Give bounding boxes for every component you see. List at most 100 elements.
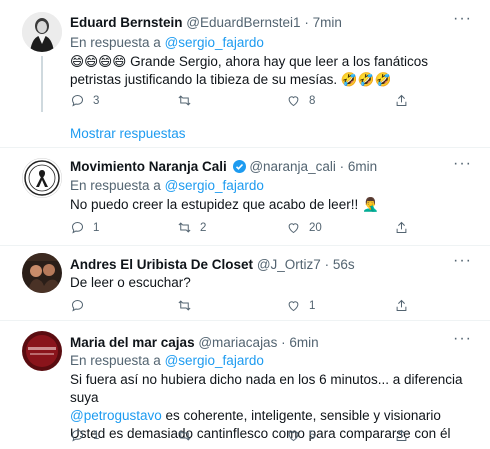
retweet-button[interactable]: [177, 93, 200, 108]
avatar[interactable]: [22, 12, 62, 52]
display-name[interactable]: Andres El Uribista De Closet: [70, 257, 253, 272]
action-bar: 3 8: [70, 93, 415, 109]
user-handle[interactable]: @naranja_cali: [249, 159, 336, 174]
like-button[interactable]: 8: [286, 93, 315, 108]
profile-photo-icon: [22, 253, 62, 293]
user-handle[interactable]: @J_Ortiz7: [257, 257, 321, 272]
action-bar: 1: [70, 298, 415, 314]
reply-prefix: En respuesta a: [70, 178, 161, 193]
profile-photo-icon: [22, 331, 62, 371]
show-replies-link[interactable]: Mostrar respuestas: [70, 126, 186, 141]
tweet-header: Andres El Uribista De Closet @J_Ortiz7 ·…: [70, 257, 355, 272]
reply-mention-link[interactable]: @sergio_fajardo: [165, 35, 264, 50]
tweet-header: Movimiento Naranja Cali @naranja_cali · …: [70, 159, 377, 174]
reply-mention-link[interactable]: @sergio_fajardo: [165, 353, 264, 368]
heart-icon: [288, 301, 299, 312]
reply-count: 1: [93, 221, 100, 234]
retweet-count: 2: [200, 221, 207, 234]
grinning-emoji: 😄😄😄😄: [70, 54, 127, 69]
retweet-button[interactable]: [177, 428, 200, 443]
share-icon: [396, 299, 407, 311]
tweet-text-line: Si fuera así no hubiera dicho nada en lo…: [70, 372, 463, 405]
like-button[interactable]: 5: [286, 428, 315, 443]
avatar[interactable]: [22, 253, 62, 293]
reply-prefix: En respuesta a: [70, 35, 161, 50]
like-count: 5: [309, 429, 316, 442]
share-icon: [396, 429, 407, 441]
tweet-header: Maria del mar cajas @mariacajas · 6min: [70, 335, 319, 350]
ribbon-logo-icon: [22, 158, 62, 198]
tweet-text: No puedo creer la estupidez que acabo de…: [70, 197, 379, 212]
reply-mention-link[interactable]: @sergio_fajardo: [165, 178, 264, 193]
more-options-icon[interactable]: ···: [453, 252, 472, 270]
retweet-icon: [178, 95, 191, 106]
separator-dot: ·: [339, 159, 345, 174]
avatar[interactable]: [22, 158, 62, 198]
like-button[interactable]: 1: [286, 298, 315, 313]
separator-dot: ·: [324, 257, 330, 272]
display-name[interactable]: Movimiento Naranja Cali: [70, 159, 227, 174]
reply-button[interactable]: 1: [70, 220, 99, 235]
tweet-text-fragment: es coherente, inteligente, sensible y vi…: [161, 408, 441, 423]
retweet-button[interactable]: [177, 298, 200, 313]
tweet-text: 😄😄😄😄 Grande Sergio, ahora hay que leer a…: [70, 53, 450, 89]
reply-icon: [71, 221, 84, 234]
tweet-eduard[interactable]: Eduard Bernstein @EduardBernstei1 · 7min…: [0, 0, 490, 148]
reply-button[interactable]: 3: [70, 93, 99, 108]
avatar[interactable]: [22, 331, 62, 371]
display-name[interactable]: Maria del mar cajas: [70, 335, 195, 350]
user-handle[interactable]: @EduardBernstei1: [186, 15, 300, 30]
like-count: 20: [309, 221, 322, 234]
tweet-andres[interactable]: Andres El Uribista De Closet @J_Ortiz7 ·…: [0, 246, 490, 320]
reply-button[interactable]: [70, 298, 93, 313]
tweet-maria[interactable]: Maria del mar cajas @mariacajas · 6min ·…: [0, 321, 490, 449]
heart-icon: [288, 223, 299, 234]
share-button[interactable]: [394, 428, 409, 443]
reply-context: En respuesta a @sergio_fajardo: [70, 178, 264, 193]
share-button[interactable]: [394, 298, 409, 313]
like-button[interactable]: 20: [286, 220, 322, 235]
tweet-text-line: @petrogustavo es coherente, inteligente,…: [70, 407, 470, 425]
mention-link[interactable]: @petrogustavo: [70, 408, 162, 423]
retweet-icon: [178, 222, 191, 233]
timestamp[interactable]: 6min: [289, 335, 318, 350]
heart-icon: [288, 96, 299, 107]
retweet-icon: [178, 300, 191, 311]
user-handle[interactable]: @mariacajas: [198, 335, 277, 350]
display-name[interactable]: Eduard Bernstein: [70, 15, 183, 30]
separator-dot: ·: [281, 335, 286, 350]
reply-count: 1: [93, 429, 100, 442]
tweet-header: Eduard Bernstein @EduardBernstei1 · 7min: [70, 15, 342, 30]
share-icon: [396, 221, 407, 233]
reply-icon: [71, 429, 84, 442]
like-count: 1: [309, 299, 316, 312]
timestamp[interactable]: 7min: [313, 15, 342, 30]
retweet-icon: [178, 430, 191, 441]
more-options-icon[interactable]: ···: [453, 155, 472, 173]
more-options-icon[interactable]: ···: [453, 10, 472, 28]
verified-badge-icon: [232, 160, 246, 173]
reply-count: 3: [93, 94, 100, 107]
reply-context: En respuesta a @sergio_fajardo: [70, 35, 264, 50]
more-options-icon[interactable]: ···: [453, 330, 472, 348]
tweet-text: De leer o escuchar?: [70, 275, 191, 290]
retweet-button[interactable]: 2: [177, 220, 206, 235]
action-bar: 1 2 20: [70, 220, 415, 236]
like-count: 8: [309, 94, 316, 107]
reply-button[interactable]: 1: [70, 428, 99, 443]
share-button[interactable]: [394, 93, 409, 108]
share-button[interactable]: [394, 220, 409, 235]
heart-icon: [288, 431, 299, 442]
thread-line: [41, 56, 43, 112]
reply-icon: [71, 299, 84, 312]
action-bar: 1 5: [70, 428, 415, 444]
share-icon: [396, 94, 407, 106]
reply-prefix: En respuesta a: [70, 353, 161, 368]
timestamp[interactable]: 56s: [333, 257, 355, 272]
portrait-icon: [22, 12, 62, 52]
reply-context: En respuesta a @sergio_fajardo: [70, 353, 264, 368]
reply-icon: [71, 94, 84, 107]
tweet-naranja[interactable]: Movimiento Naranja Cali @naranja_cali · …: [0, 148, 490, 245]
timestamp[interactable]: 6min: [348, 159, 377, 174]
separator-dot: ·: [304, 15, 309, 30]
